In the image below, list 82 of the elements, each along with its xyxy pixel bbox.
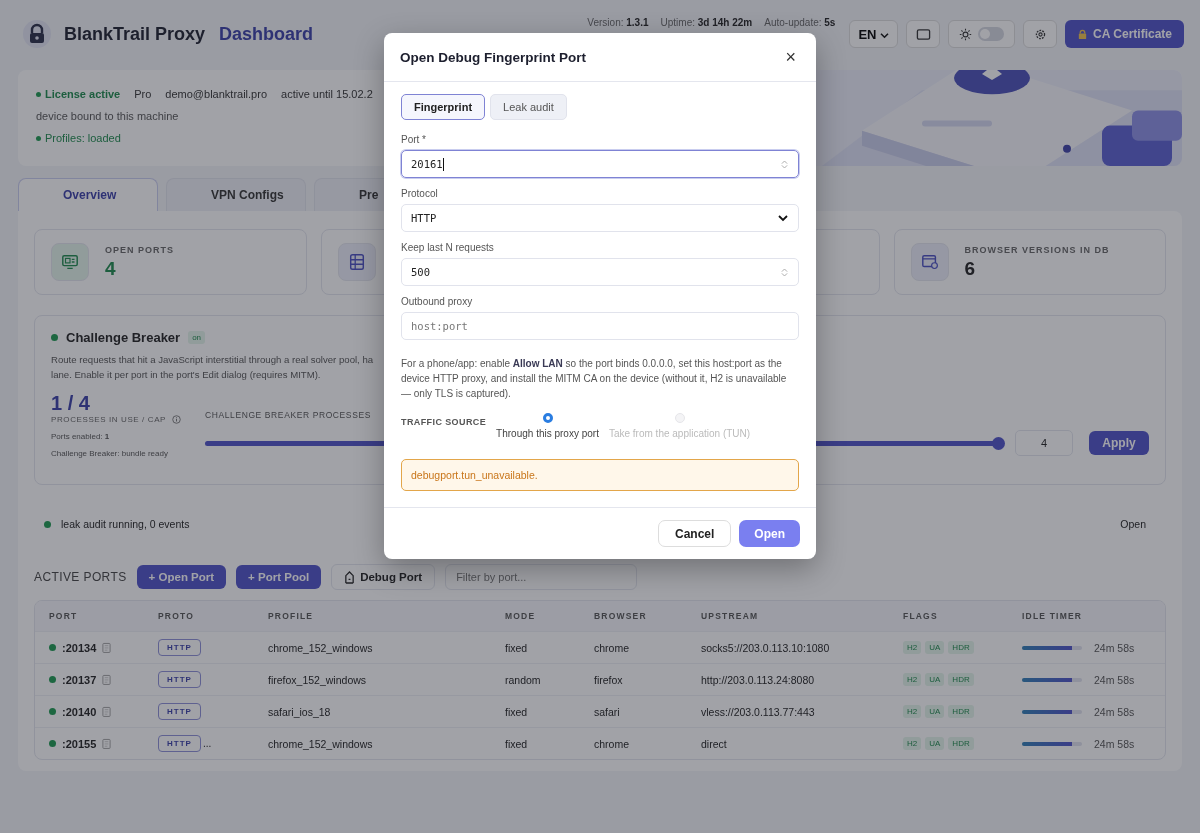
stat-label: OPEN PORTS <box>105 244 174 255</box>
flag-badge: H2 <box>903 737 922 750</box>
license-plan: Pro <box>134 88 152 100</box>
profile-cell-text: safari_ios_18 <box>268 705 332 718</box>
column-header: IDLE TIMER <box>1022 611 1084 621</box>
port-cell: :20134 <box>62 641 97 654</box>
flag-badge: HDR <box>948 641 974 654</box>
slider-label: CHALLENGE BREAKER PROCESSES <box>205 410 371 420</box>
port-cell: :20140 <box>62 705 97 718</box>
mode-cell-text: random <box>505 673 542 686</box>
flag-badge: HDR <box>948 705 974 718</box>
app-title: BlankTrail Proxy <box>64 23 206 45</box>
usage-value: 1 / 4 <box>51 392 91 415</box>
header-stat: Auto-update: 5s <box>764 17 836 28</box>
column-header: UPSTREAM <box>701 611 760 621</box>
flag-badge: H2 <box>903 641 922 654</box>
bundle-status: Challenge Breaker: bundle ready <box>51 449 169 458</box>
usage-caption: PROCESSES IN USE / CAP <box>51 415 166 424</box>
mode-cell-text: fixed <box>505 737 529 750</box>
field-label: Protocol <box>401 188 439 199</box>
flag-badge: UA <box>925 737 945 750</box>
timer-text: 24m 58s <box>1094 673 1135 686</box>
flag-badge: UA <box>925 705 945 718</box>
leak-audit-status: leak audit running, 0 events <box>61 518 190 530</box>
browser-cell-text: firefox <box>594 673 624 686</box>
flag-badge: H2 <box>903 673 922 686</box>
field-label: Port * <box>401 134 427 145</box>
upstream-cell-text: socks5://203.0.113.10:1080 <box>701 641 831 654</box>
flag-badge: HDR <box>948 673 974 686</box>
license-status: License active <box>45 88 121 100</box>
column-header: PORT <box>49 611 79 621</box>
warning-alert: debugport.tun_unavailable. <box>401 459 799 491</box>
section-title: ACTIVE PORTS <box>34 570 127 584</box>
column-header: PROTO <box>158 611 196 621</box>
header-stat: Uptime: 3d 14h 22m <box>660 17 753 28</box>
license-expiry: active until 15.02.2 <box>281 88 373 100</box>
protocol-badge: HTTP <box>158 671 201 688</box>
upstream-cell-text: vless://203.0.113.77:443 <box>701 705 816 718</box>
profiles-status: Profiles: loaded <box>45 132 121 144</box>
stat-label: BROWSER VERSIONS IN DB <box>964 244 1110 255</box>
stat-value: 4 <box>105 257 117 280</box>
profile-cell-text: chrome_152_windows <box>268 641 374 654</box>
flag-badge: H2 <box>903 705 922 718</box>
mode-cell-text: fixed <box>505 705 529 718</box>
field-label: Outbound proxy <box>401 296 474 307</box>
column-header: MODE <box>505 611 537 621</box>
more-indicator: ... <box>202 738 212 749</box>
browser-cell-text: chrome <box>594 641 630 654</box>
ports-enabled: Ports enabled: 1 <box>51 432 111 441</box>
description: Route requests that hit a JavaScript interstitial through a real solver pool, ha lane. Enable it per port in the port's Edit dialog (requires MITM). <box>51 353 374 382</box>
timer-text: 24m 58s <box>1094 641 1135 654</box>
header-stat: Version: 1.3.1 <box>587 17 649 28</box>
timer-text: 24m 58s <box>1094 737 1135 750</box>
protocol-badge: HTTP <box>158 639 201 656</box>
card-title: Challenge Breaker <box>66 330 181 345</box>
protocol-badge: HTTP <box>158 703 201 720</box>
port-cell: :20155 <box>62 737 97 750</box>
mode-cell-text: fixed <box>505 641 529 654</box>
port-cell: :20137 <box>62 673 97 686</box>
browser-cell-text: safari <box>594 705 621 718</box>
field-label: Keep last N requests <box>401 242 495 253</box>
upstream-cell-text: http://203.0.113.24:8080 <box>701 673 816 686</box>
column-header: BROWSER <box>594 611 648 621</box>
flag-badge: HDR <box>948 737 974 750</box>
status-badge: on <box>188 331 206 344</box>
traffic-source-label: TRAFFIC SOURCE <box>401 417 487 427</box>
license-email: demo@blanktrail.pro <box>165 88 267 100</box>
device-note: device bound to this machine <box>36 110 179 122</box>
stat-value: 6 <box>964 257 977 280</box>
flag-badge: UA <box>925 641 945 654</box>
profile-cell-text: chrome_152_windows <box>268 737 374 750</box>
help-text: For a phone/app: enable Allow LAN so the port binds 0.0.0.0, set this host:port as the device HTTP proxy, and install the MITM CA on the device (without it, H2 is unavailable — only TLS is captured). <box>401 357 788 401</box>
upstream-cell-text: direct <box>701 737 728 750</box>
flag-badge: UA <box>925 673 945 686</box>
column-header: PROFILE <box>268 611 315 621</box>
column-header: FLAGS <box>903 611 939 621</box>
timer-text: 24m 58s <box>1094 705 1135 718</box>
profile-cell-text: firefox_152_windows <box>268 673 368 686</box>
dialog-title: Open Debug Fingerprint Port <box>400 49 586 65</box>
protocol-badge: HTTP <box>158 735 201 752</box>
page-title: Dashboard <box>219 23 314 45</box>
browser-cell-text: chrome <box>594 737 630 750</box>
